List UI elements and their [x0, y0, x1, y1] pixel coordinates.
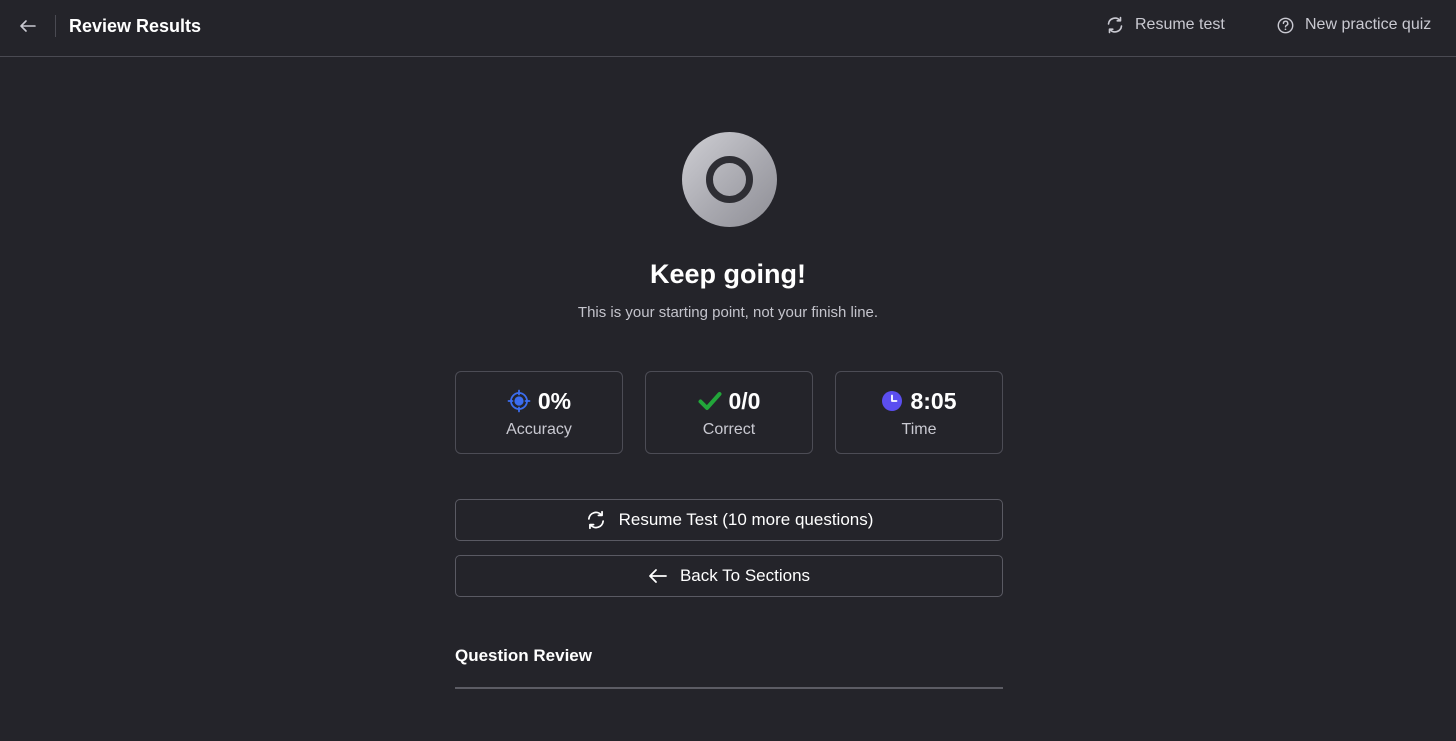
new-practice-quiz-label: New practice quiz — [1305, 16, 1432, 33]
arrow-left-icon — [649, 569, 667, 583]
checkmark-icon — [698, 392, 721, 410]
correct-value: 0/0 — [728, 388, 761, 414]
accuracy-label: Accuracy — [506, 421, 572, 438]
page-title: Review Results — [69, 16, 202, 36]
accuracy-stat-card: 0% Accuracy — [455, 371, 623, 454]
header-divider — [55, 15, 56, 37]
new-practice-quiz-link[interactable]: New practice quiz — [1276, 14, 1431, 36]
correct-label: Correct — [702, 421, 756, 438]
section-divider — [455, 687, 1003, 689]
refresh-icon — [587, 510, 604, 530]
correct-stat-card: 0/0 Correct — [645, 371, 813, 454]
resume-test-button[interactable]: Resume Test (10 more questions) — [455, 499, 1003, 541]
resume-test-link[interactable]: Resume test — [1105, 14, 1225, 36]
result-headline: Keep going! — [650, 259, 806, 289]
arrow-left-icon — [20, 20, 36, 32]
time-label: Time — [901, 421, 937, 438]
back-to-sections-button[interactable]: Back To Sections — [455, 555, 1003, 597]
clock-icon — [882, 391, 903, 411]
accuracy-value: 0% — [537, 388, 572, 414]
back-button[interactable] — [14, 13, 42, 39]
question-review-heading: Question Review — [455, 646, 592, 665]
resume-test-button-label: Resume Test (10 more questions) — [618, 510, 874, 529]
back-to-sections-label: Back To Sections — [679, 566, 811, 585]
time-stat-card: 8:05 Time — [835, 371, 1003, 454]
target-ring-icon — [682, 132, 777, 227]
crosshair-icon — [507, 389, 531, 413]
refresh-icon — [1107, 16, 1123, 34]
result-subline: This is your starting point, not your fi… — [577, 304, 879, 321]
time-value: 8:05 — [910, 388, 957, 414]
help-circle-icon — [1277, 17, 1294, 33]
top-bar: Review Results Resume test New practice … — [0, 0, 1456, 57]
resume-test-label: Resume test — [1135, 16, 1225, 33]
